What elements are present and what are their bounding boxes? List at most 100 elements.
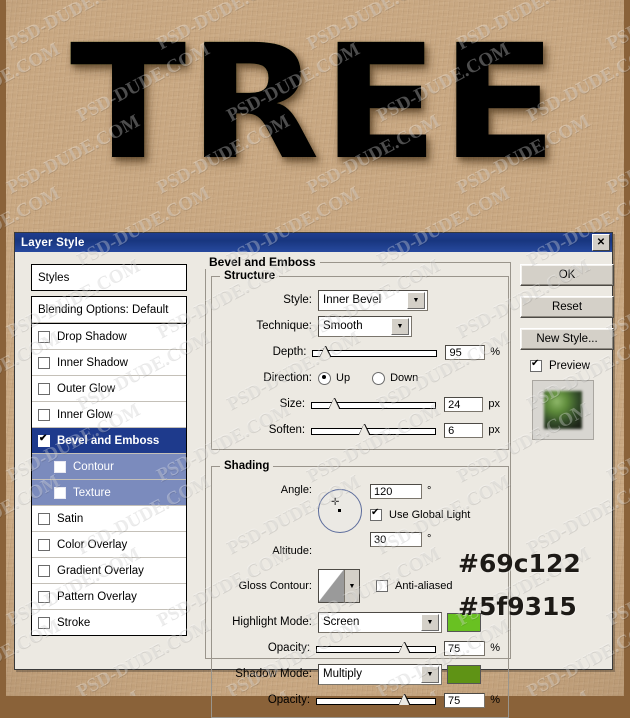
bevel-emboss-content: Structure Style: Inner Bevel ▼ Technique… [205,262,509,718]
close-icon[interactable]: ✕ [592,234,610,251]
chevron-down-icon[interactable]: ▼ [344,570,359,602]
effect-label: Outer Glow [57,382,116,395]
effect-item-pattern-overlay[interactable]: Pattern Overlay [32,584,186,610]
chevron-down-icon[interactable]: ▼ [421,613,439,631]
effect-label: Contour [73,460,114,473]
style-value: Inner Bevel [323,294,382,306]
effect-item-satin[interactable]: Satin [32,506,186,532]
style-label: Style: [283,294,312,306]
highlight-opacity-track [316,646,437,653]
highlight-hex-annotation: #69c122 [458,549,581,578]
angle-dial[interactable]: ✛ [318,489,362,533]
shadow-mode-select[interactable]: Multiply ▼ [318,663,442,685]
direction-up-label: Up [336,372,351,384]
altitude-label: Altitude: [272,545,312,557]
effect-label: Drop Shadow [57,330,127,343]
tree-headline-artwork: TREE TREE [6,8,624,198]
highlight-opacity-slider[interactable] [316,641,437,655]
size-slider[interactable] [311,397,437,411]
gloss-contour-preview[interactable]: ▼ [318,569,360,603]
highlight-mode-label: Highlight Mode: [232,616,312,628]
effect-checkbox[interactable] [38,408,50,421]
effect-item-outer-glow[interactable]: Outer Glow [32,376,186,402]
shadow-opacity-input[interactable]: 75 [444,692,486,708]
style-select[interactable]: Inner Bevel ▼ [318,289,428,311]
shading-title: Shading [220,460,274,472]
bevel-emboss-title: Bevel and Emboss [205,255,320,269]
effect-checkbox[interactable] [38,512,50,525]
effect-checkbox[interactable] [38,564,50,577]
direction-up-radio[interactable] [318,371,331,385]
ok-button[interactable]: OK [520,264,614,286]
soften-slider-thumb[interactable] [359,424,371,435]
angle-center-dot [338,509,341,512]
size-slider-thumb[interactable] [329,398,341,409]
soften-input[interactable]: 6 [444,422,484,438]
effect-item-gradient-overlay[interactable]: Gradient Overlay [32,558,186,584]
effect-checkbox[interactable] [54,486,66,499]
shadow-mode-row: Shadow Mode: Multiply ▼ [220,663,500,685]
soften-unit: px [488,424,500,436]
effect-item-stroke[interactable]: Stroke [32,610,186,635]
preview-toggle[interactable]: Preview [530,358,600,372]
effect-item-inner-shadow[interactable]: Inner Shadow [32,350,186,376]
dialog-titlebar[interactable]: Layer Style ✕ [15,233,612,252]
effect-checkbox[interactable] [38,356,50,369]
effect-item-texture[interactable]: Texture [32,480,186,506]
shadow-opacity-slider[interactable] [316,693,437,707]
structure-group: Structure Style: Inner Bevel ▼ Technique… [211,270,509,450]
blending-options-item[interactable]: Blending Options: Default [32,297,186,323]
gloss-contour-curve [319,570,344,602]
technique-value: Smooth [323,320,363,332]
effect-checkbox[interactable] [38,538,50,551]
effect-checkbox[interactable] [38,330,50,343]
reset-button[interactable]: Reset [520,296,614,318]
shadow-hex-annotation: #5f9315 [458,592,577,621]
effect-label: Inner Shadow [57,356,128,369]
depth-slider[interactable] [312,345,438,359]
chevron-down-icon[interactable]: ▼ [407,291,425,309]
preview-swatch [544,391,582,429]
angle-label: Angle: [280,484,312,496]
effect-checkbox[interactable] [38,616,50,629]
altitude-input[interactable]: 30 [370,531,422,547]
effect-item-inner-glow[interactable]: Inner Glow [32,402,186,428]
use-global-light-checkbox[interactable] [370,507,382,521]
depth-input[interactable]: 95 [445,344,486,360]
highlight-mode-select[interactable]: Screen ▼ [318,611,442,633]
styles-header[interactable]: Styles [32,265,186,290]
effect-checkbox[interactable] [38,433,50,447]
effect-checkbox[interactable] [38,382,50,395]
chevron-down-icon[interactable]: ▼ [391,317,409,335]
highlight-opacity-input[interactable]: 75 [444,640,486,656]
effect-label: Gradient Overlay [57,564,144,577]
effect-item-drop-shadow[interactable]: Drop Shadow [32,324,186,350]
preview-checkbox[interactable] [530,358,542,372]
altitude-unit: ° [427,533,432,545]
depth-slider-thumb[interactable] [320,346,332,357]
highlight-opacity-thumb[interactable] [399,642,411,653]
shadow-color-swatch[interactable] [447,664,481,684]
shadow-opacity-row: Opacity: 75 % [220,689,500,711]
anti-aliased-checkbox[interactable] [376,580,388,592]
soften-slider[interactable] [311,423,437,437]
angle-crosshair-icon: ✛ [331,497,340,508]
effect-item-bevel-and-emboss[interactable]: Bevel and Emboss [32,428,186,454]
new-style-button[interactable]: New Style... [520,328,614,350]
size-input[interactable]: 24 [444,396,484,412]
chevron-down-icon[interactable]: ▼ [421,665,439,683]
effect-label: Satin [57,512,84,525]
effects-list: Blending Options: Default Drop Shadow Inn… [31,296,187,636]
effect-checkbox[interactable] [38,590,50,603]
highlight-mode-value: Screen [323,616,360,628]
direction-down-label: Down [390,372,419,384]
effect-item-color-overlay[interactable]: Color Overlay [32,532,186,558]
effect-label: Stroke [57,616,91,629]
effect-label: Bevel and Emboss [57,434,160,447]
technique-select[interactable]: Smooth ▼ [318,315,412,337]
effect-checkbox[interactable] [54,460,66,473]
tree-headline-text: TREE [70,11,560,195]
effect-item-contour[interactable]: Contour [32,454,186,480]
angle-input[interactable]: 120 [370,483,422,499]
direction-down-radio[interactable] [372,371,386,385]
